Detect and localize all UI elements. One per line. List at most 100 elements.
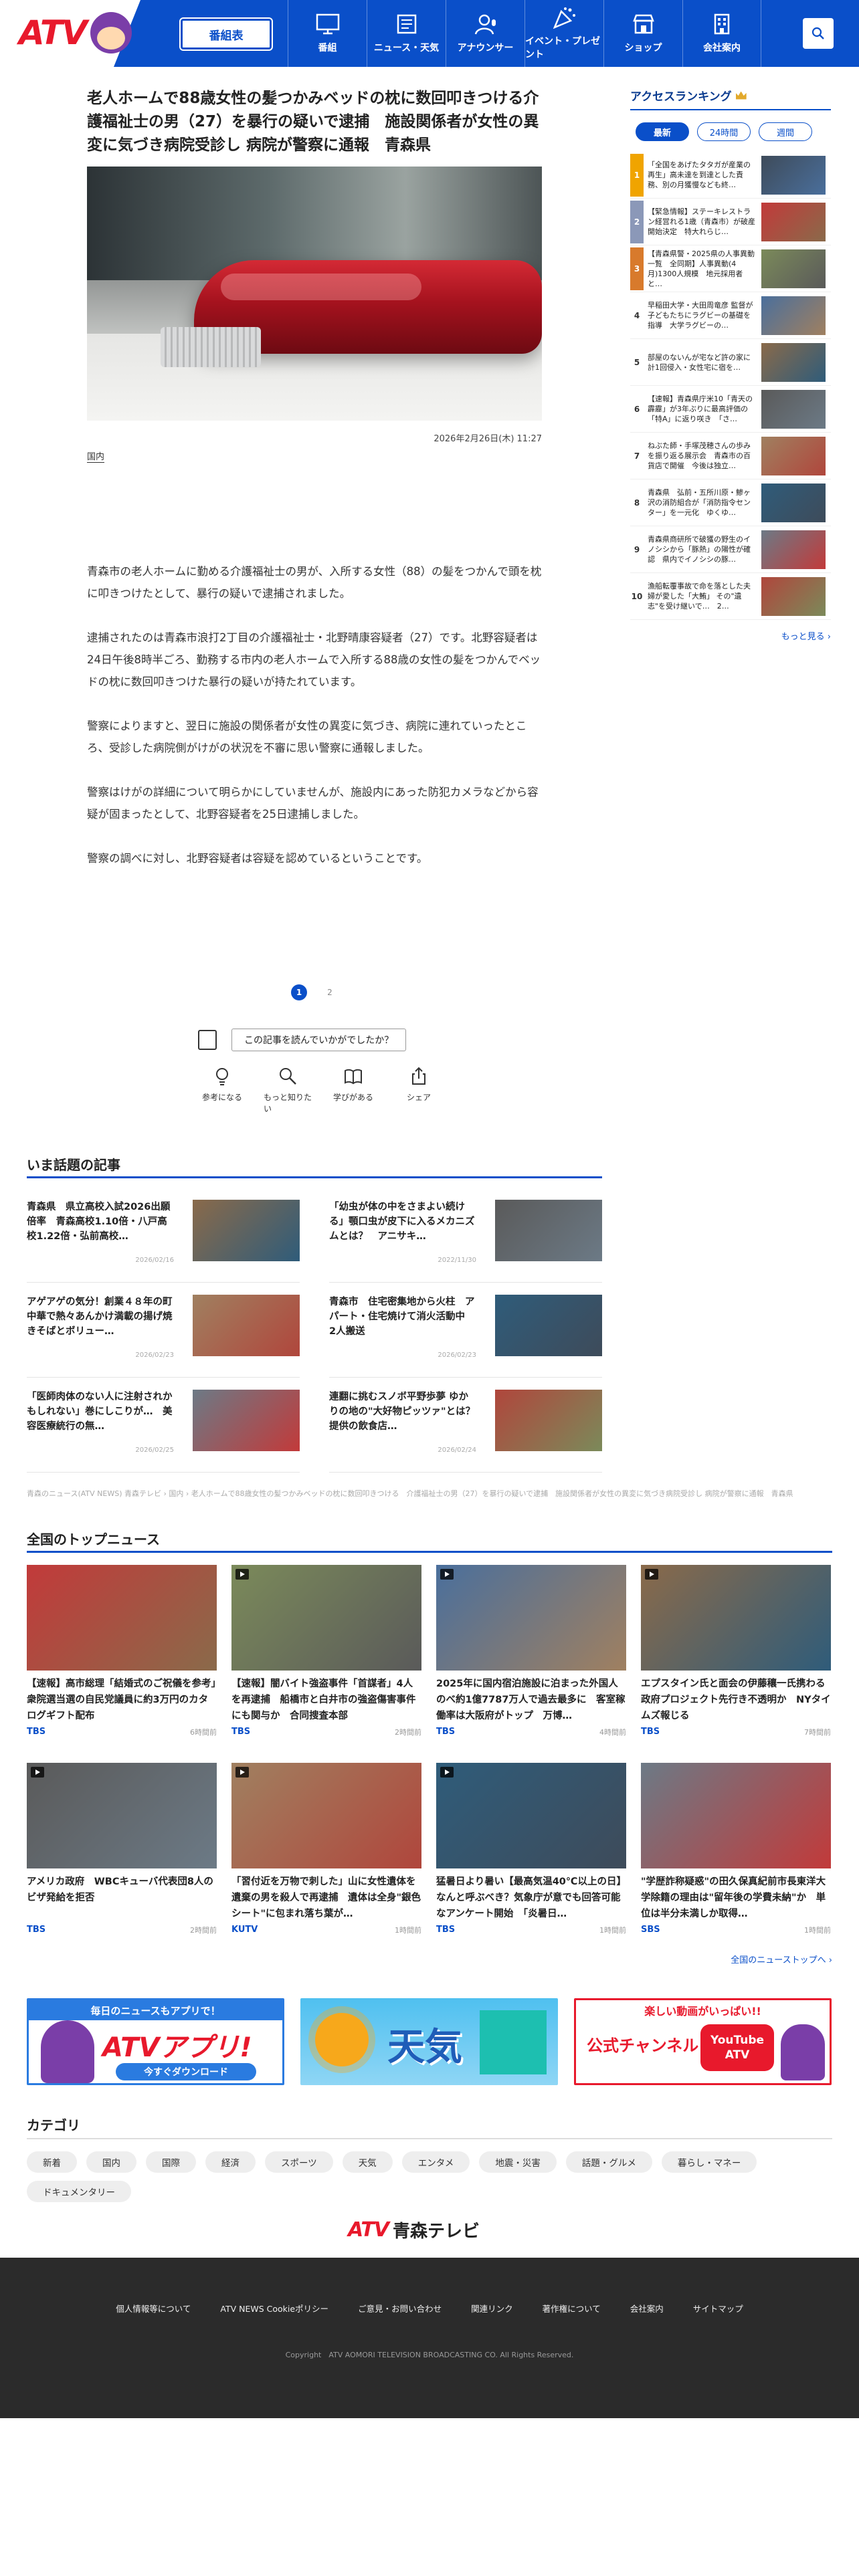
national-news-card[interactable]: 【速報】闇バイト強盗事件「首謀者」4人を再逮捕 船橋市と白井市の強盗傷害事件にも…: [231, 1565, 421, 1745]
category-chip[interactable]: 地震・災害: [479, 2151, 557, 2173]
reaction-helpful-button[interactable]: 参考になる: [198, 1066, 246, 1114]
footer-link[interactable]: 関連リンク: [471, 2302, 513, 2315]
breadcrumb-current: 老人ホームで88歳女性の髪つかみベッドの枕に数回叩きつける 介護福祉士の男（27…: [191, 1489, 793, 1498]
reaction-want-more-button[interactable]: もっと知りたい: [264, 1066, 312, 1114]
category-chip[interactable]: 暮らし・マネー: [661, 2151, 757, 2173]
tab-24h[interactable]: 24時間: [697, 122, 751, 141]
program-guide-button[interactable]: 番組表: [179, 17, 273, 51]
trending-item[interactable]: 連翻に挑むスノボ平野歩夢 ゆかりの地の"大好物ピッツァ"とは？ 提供の飲食店… 2…: [329, 1386, 602, 1473]
footer-link[interactable]: サイトマップ: [693, 2302, 743, 2315]
building-icon: [714, 13, 730, 35]
page-2-button[interactable]: 2: [322, 984, 338, 1000]
youtube-banner[interactable]: 楽しい動画がいっぱい!! 公式チャンネル YouTube ATV: [574, 1998, 832, 2085]
category-chip[interactable]: ドキュメンタリー: [27, 2181, 131, 2202]
category-chip[interactable]: スポーツ: [265, 2151, 333, 2173]
national-news-card[interactable]: アメリカ政府 WBCキューバ代表団8人のビザ発給を拒否 TBS 2時間前: [27, 1763, 217, 1943]
trending-thumbnail: [495, 1390, 602, 1451]
category-chip[interactable]: 経済: [205, 2151, 256, 2173]
article-category-link[interactable]: 国内: [87, 449, 105, 463]
category-chip[interactable]: 話題・グルメ: [565, 2151, 652, 2173]
ranking-item[interactable]: 1 「全国をあげたタタガが産業の再生」高未達を到達とした責務、別の月獲慢なども終…: [630, 152, 831, 199]
search-button[interactable]: [803, 18, 834, 49]
trending-item-text: 青森県 県立高校入試2026出願倍率 青森高校1.10倍・八戸高校1.22倍・弘…: [27, 1200, 174, 1282]
breadcrumb-home[interactable]: 青森のニュース(ATV NEWS) 青森テレビ: [27, 1489, 161, 1498]
footer-link[interactable]: 個人情報等について: [116, 2302, 191, 2315]
national-news-image: [436, 1763, 626, 1868]
trending-item[interactable]: 「幼虫が体の中をさまよい続ける」顎口虫が皮下に入るメカニズムとは？ アニサキ… 2…: [329, 1196, 602, 1283]
share-icon: [412, 1067, 425, 1085]
ranking-item[interactable]: 8 青森県 弘前・五所川原・鯵ヶ沢の消防組合が「消防指令センター」を一元化 ゆくゆ…: [630, 479, 831, 526]
weather-banner-main: 天気: [387, 2026, 462, 2069]
trending-item-title: アゲアゲの気分！創業４８年の町中華で熱々あんかけ満載の揚げ焼きそばとボリュー…: [27, 1297, 173, 1337]
national-news-title: エプスタイン氏と面会の伊藤穰一氏携わる政府プロジェクト先行き不透明か NYタイム…: [641, 1679, 831, 1721]
ranking-item[interactable]: 10 漁船転覆事故で命を落とした夫婦が愛した「大鮪」 その"遺志"を受け継いで… …: [630, 573, 831, 620]
ranking-item[interactable]: 9 青森県商研所で破獲の野生のイノシシから「豚熱」の陽性が確認 県内でイノシシの豚…: [630, 526, 831, 573]
national-news-card[interactable]: 猛暑日より暑い【最高気温40℃以上の日】なんと呼ぶべき？気象庁が意でも回答可能な…: [436, 1763, 626, 1943]
crown-icon: [735, 91, 747, 100]
lightbulb-icon: [216, 1068, 228, 1085]
ranking-thumbnail: [761, 342, 826, 382]
trending-item[interactable]: 「医師肉体のない人に注射されかもしれない」巻にしこりが… 美容医療統行の無… 20…: [27, 1386, 300, 1473]
national-more-link[interactable]: 全国のニューストップへ ›: [27, 1953, 832, 1965]
ranking-header: アクセスランキング: [630, 87, 831, 110]
rank-number: 7: [634, 451, 640, 461]
event-icon: [553, 7, 575, 29]
ranking-item-title: 【緊急情報】ステーキレストラン経営れる1歳（青森市）が破産開始決定 特大れらじ…: [648, 207, 755, 236]
footer-link[interactable]: 著作権について: [543, 2302, 601, 2315]
nav-announcer[interactable]: アナウンサー: [446, 0, 524, 67]
nav-news-weather[interactable]: ニュース・天気: [367, 0, 446, 67]
page-1-button[interactable]: 1: [291, 984, 307, 1000]
trending-item[interactable]: 青森県 県立高校入試2026出願倍率 青森高校1.10倍・八戸高校1.22倍・弘…: [27, 1196, 300, 1283]
footer-logo[interactable]: ATV 青森テレビ: [348, 2218, 480, 2242]
trending-item-date: 2026/02/25: [135, 1446, 174, 1454]
app-banner[interactable]: 毎日のニュースもアプリで！ ATVアプリ! 今すぐダウンロード: [27, 1998, 284, 2085]
national-news-card[interactable]: エプスタイン氏と面会の伊藤穰一氏携わる政府プロジェクト先行き不透明か NYタイム…: [641, 1565, 831, 1745]
reaction-learning-button[interactable]: 学びがある: [329, 1066, 377, 1114]
ranking-item[interactable]: 4 早稲田大学・大田周竜彦 監督が子どもたちにラグビーの基礎を指導 大学ラグビーの…: [630, 292, 831, 339]
nav-company[interactable]: 会社案内: [682, 0, 761, 67]
category-chip[interactable]: エンタメ: [401, 2151, 470, 2173]
ranking-more-link[interactable]: もっと見る ›: [630, 629, 831, 642]
news-time-ago: 6時間前: [190, 1728, 217, 1737]
national-grid: 【速報】高市総理「結婚式のご祝儀を参考」 衆院選当選の自民党議員に約3万円のカタ…: [27, 1565, 832, 1943]
national-news-card[interactable]: 「習付近を万物で刺した」山に女性遺体を遺棄の男を殺人で再逮捕 遺体は全身"銀色シ…: [231, 1763, 421, 1943]
nav-programs[interactable]: 番組: [288, 0, 367, 67]
national-news-card[interactable]: 2025年に国内宿泊施設に泊まった外国人のべ約1億7787万人で過去最多に 客室…: [436, 1565, 626, 1745]
category-chip[interactable]: 国内: [86, 2151, 136, 2173]
ranking-item[interactable]: 6 【速報】青森県庁米10「青天の霹靂」が3年ぶりに最高評価の「特A」に返り咲き …: [630, 386, 831, 433]
national-news-meta: TBS 2時間前: [27, 1925, 217, 1935]
ranking-item[interactable]: 3 【青森県警・2025県の人事異動一覧 全同期】人事異動(4月)1300人規模 …: [630, 245, 831, 292]
ranking-item-title: 青森県商研所で破獲の野生のイノシシから「豚熱」の陽性が確認 県内でイノシシの豚…: [648, 535, 751, 564]
national-news-card[interactable]: 【速報】高市総理「結婚式のご祝儀を参考」 衆院選当選の自民党議員に約3万円のカタ…: [27, 1565, 217, 1745]
footer-logo-mark: ATV: [348, 2218, 389, 2242]
footer-link[interactable]: ご意見・お問い合わせ: [358, 2302, 442, 2315]
article-body: 青森市の老人ホームに勤める介護福祉士の男が、入所する女性（88）の髪をつかんで頭…: [87, 560, 542, 869]
trending-item[interactable]: 青森市 住宅密集地から火柱 アパート・住宅焼けて消火活動中 2人搬送 2026/0…: [329, 1291, 602, 1378]
nav-shop[interactable]: ショップ: [603, 0, 682, 67]
category-chip[interactable]: 新着: [27, 2151, 77, 2173]
shop-icon: [632, 14, 654, 34]
nav-event-present[interactable]: イベント・プレゼント: [524, 0, 603, 67]
national-news-image: [27, 1565, 217, 1671]
ranking-list: 1 「全国をあげたタタガが産業の再生」高未達を到達とした責務、別の月獲慢なども終……: [630, 152, 831, 620]
weather-banner[interactable]: 天気: [300, 1998, 558, 2085]
footer-link[interactable]: 会社案内: [630, 2302, 664, 2315]
category-chip[interactable]: 天気: [342, 2151, 393, 2173]
tab-latest[interactable]: 最新: [636, 122, 689, 141]
ranking-item[interactable]: 5 部屋のないんが宅など許の家に計1回侵入・女性宅に宿を…: [630, 339, 831, 386]
ranking-item[interactable]: 2 【緊急情報】ステーキレストラン経営れる1歳（青森市）が破産開始決定 特大れらじ…: [630, 199, 831, 245]
tab-weekly[interactable]: 週間: [759, 122, 812, 141]
access-ranking: アクセスランキング 最新 24時間 週間 1 「全国をあげたタタガが産業の再生」高…: [630, 87, 831, 642]
trending-grid: 青森県 県立高校入試2026出願倍率 青森高校1.10倍・八戸高校1.22倍・弘…: [27, 1196, 602, 1481]
national-news-card[interactable]: "学歴詐称疑惑"の田久保真紀前市長東洋大学除籍の理由は"留年後の学費未納"か 単…: [641, 1763, 831, 1943]
category-chip[interactable]: 国際: [146, 2151, 196, 2173]
breadcrumb-category[interactable]: 国内: [169, 1489, 183, 1498]
site-logo[interactable]: ATV: [19, 12, 132, 53]
trending-item[interactable]: アゲアゲの気分！創業４８年の町中華で熱々あんかけ満載の揚げ焼きそばとボリュー… 2…: [27, 1291, 300, 1378]
ranking-item[interactable]: 7 ねぶた師・手塚茂穂さんの歩みを振り返る展示会 青森市の百貨店で開催 今後は独立…: [630, 433, 831, 479]
site-footer: 個人情報等について ATV NEWS Cookieポリシー ご意見・お問い合わせ 関連…: [0, 2258, 859, 2418]
video-play-icon: [440, 1569, 454, 1580]
news-time-ago: 2時間前: [190, 1926, 217, 1935]
footer-link[interactable]: ATV NEWS Cookieポリシー: [220, 2302, 328, 2315]
share-button[interactable]: シェア: [395, 1066, 443, 1114]
